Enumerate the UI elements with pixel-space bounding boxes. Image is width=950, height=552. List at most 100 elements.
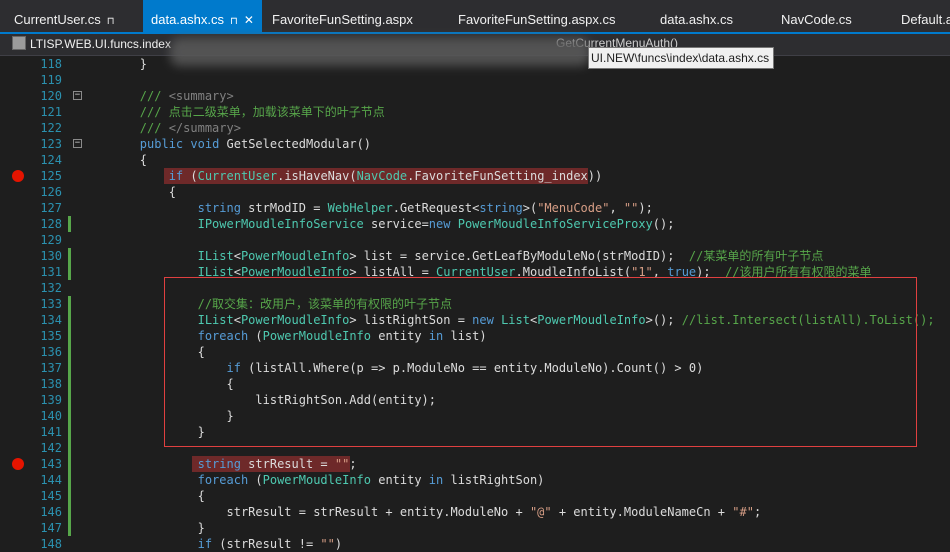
- line-number: 146: [40, 505, 62, 519]
- code-text: foreach (PowerMoudleInfo entity in listR…: [197, 473, 545, 487]
- change-marker: [68, 376, 71, 392]
- change-marker: [68, 344, 71, 360]
- code-line[interactable]: 126 {: [0, 184, 950, 200]
- line-number: 132: [40, 281, 62, 295]
- line-number: 124: [40, 153, 62, 167]
- breakpoint-icon[interactable]: [12, 170, 24, 182]
- tab-favoritefunsetting-aspx[interactable]: FavoriteFunSetting.aspx: [264, 0, 421, 32]
- collapse-icon[interactable]: −: [73, 91, 82, 100]
- pin-icon[interactable]: ⊓: [107, 16, 115, 27]
- code-line[interactable]: 120 − /// <summary>: [0, 88, 950, 104]
- change-marker: [68, 264, 71, 280]
- code-line[interactable]: 128 IPowerMoudleInfoService service=new …: [0, 216, 950, 232]
- line-number: 135: [40, 329, 62, 343]
- tab-label: FavoriteFunSetting.aspx.cs: [458, 12, 616, 27]
- code-text: {: [82, 185, 176, 199]
- project-dropdown[interactable]: LTISP.WEB.UI.funcs.index: [12, 36, 171, 51]
- code-text: strResult = strResult + entity.ModuleNo …: [82, 505, 762, 519]
- line-number: 142: [40, 441, 62, 455]
- line-number: 128: [40, 217, 62, 231]
- namespace-icon: [12, 36, 26, 50]
- tab-label: Default.a: [901, 12, 950, 27]
- tab-data-ashx-cs-2[interactable]: data.ashx.cs: [652, 0, 741, 32]
- tab-data-ashx-cs-active[interactable]: data.ashx.cs ⊓ ✕: [143, 0, 262, 32]
- code-line[interactable]: 143 string strResult = "";: [0, 456, 950, 472]
- code-line[interactable]: 144 foreach (PowerMoudleInfo entity in l…: [0, 472, 950, 488]
- change-marker: [68, 520, 71, 536]
- tab-favoritefunsetting-aspx-cs[interactable]: FavoriteFunSetting.aspx.cs: [450, 0, 624, 32]
- code-text: if (strResult != ""): [197, 537, 343, 551]
- line-number: 140: [40, 409, 62, 423]
- line-number: 145: [40, 489, 62, 503]
- line-number: 123: [40, 137, 62, 151]
- collapse-icon[interactable]: −: [73, 139, 82, 148]
- code-line[interactable]: 123 − public void GetSelectedModular(): [0, 136, 950, 152]
- line-number: 127: [40, 201, 62, 215]
- code-text: if (CurrentUser.isHaveNav(NavCode.Favori…: [168, 169, 603, 183]
- tab-label: data.ashx.cs: [660, 12, 733, 27]
- close-icon[interactable]: ✕: [244, 13, 254, 27]
- breakpoint-icon[interactable]: [12, 458, 24, 470]
- line-number: 141: [40, 425, 62, 439]
- change-marker: [68, 392, 71, 408]
- change-marker: [68, 440, 71, 456]
- line-number: 126: [40, 185, 62, 199]
- tab-navcode-cs[interactable]: NavCode.cs: [773, 0, 860, 32]
- change-marker: [68, 456, 71, 472]
- tab-label: FavoriteFunSetting.aspx: [272, 12, 413, 27]
- change-marker: [68, 328, 71, 344]
- code-text: /// </summary>: [139, 121, 241, 135]
- change-marker: [68, 360, 71, 376]
- line-number: 139: [40, 393, 62, 407]
- code-line[interactable]: 124 {: [0, 152, 950, 168]
- code-text: IPowerMoudleInfoService service=new Powe…: [197, 217, 675, 231]
- tab-label: NavCode.cs: [781, 12, 852, 27]
- code-line[interactable]: 145 {: [0, 488, 950, 504]
- line-number: 118: [40, 57, 62, 71]
- tab-currentuser-cs[interactable]: CurrentUser.cs ⊓: [6, 0, 123, 32]
- change-marker: [68, 472, 71, 488]
- change-marker: [68, 424, 71, 440]
- line-number: 131: [40, 265, 62, 279]
- code-line[interactable]: 130 IList<PowerMoudleInfo> list = servic…: [0, 248, 950, 264]
- code-text: }: [82, 521, 205, 535]
- line-number: 138: [40, 377, 62, 391]
- pin-icon[interactable]: ⊓: [230, 16, 238, 27]
- tab-label: CurrentUser.cs: [14, 12, 101, 27]
- code-text: {: [82, 153, 148, 167]
- code-line[interactable]: 147 }: [0, 520, 950, 536]
- change-marker: [68, 216, 71, 232]
- line-number: 120: [40, 89, 62, 103]
- code-line[interactable]: 118 }: [0, 56, 950, 72]
- code-line[interactable]: 125 if (CurrentUser.isHaveNav(NavCode.Fa…: [0, 168, 950, 184]
- line-number: 121: [40, 105, 62, 119]
- code-line[interactable]: 129: [0, 232, 950, 248]
- line-number: 137: [40, 361, 62, 375]
- line-number: 119: [40, 73, 62, 87]
- line-number: 134: [40, 313, 62, 327]
- line-number: 148: [40, 537, 62, 551]
- code-line[interactable]: 122 /// </summary>: [0, 120, 950, 136]
- code-text: IList<PowerMoudleInfo> list = service.Ge…: [197, 249, 824, 263]
- code-line[interactable]: 148 if (strResult != ""): [0, 536, 950, 552]
- line-number: 144: [40, 473, 62, 487]
- code-line[interactable]: 121 /// 点击二级菜单，加载该菜单下的叶子节点: [0, 104, 950, 120]
- line-number: 129: [40, 233, 62, 247]
- change-marker: [68, 408, 71, 424]
- line-number: 143: [40, 457, 62, 471]
- change-marker: [68, 248, 71, 264]
- change-marker: [68, 296, 71, 312]
- code-line[interactable]: 127 string strModID = WebHelper.GetReque…: [0, 200, 950, 216]
- line-number: 147: [40, 521, 62, 535]
- code-text: {: [82, 489, 205, 503]
- code-text: /// <summary>: [139, 89, 234, 103]
- line-number: 125: [40, 169, 62, 183]
- code-line[interactable]: 146 strResult = strResult + entity.Modul…: [0, 504, 950, 520]
- code-line[interactable]: 119: [0, 72, 950, 88]
- annotation-box: [164, 277, 917, 447]
- tab-default[interactable]: Default.a: [893, 0, 950, 32]
- document-tab-bar: CurrentUser.cs ⊓ data.ashx.cs ⊓ ✕ FavoriteF…: [0, 0, 950, 34]
- code-text: }: [82, 57, 148, 71]
- tab-label: data.ashx.cs: [151, 12, 224, 27]
- code-text: public void GetSelectedModular(): [139, 137, 372, 151]
